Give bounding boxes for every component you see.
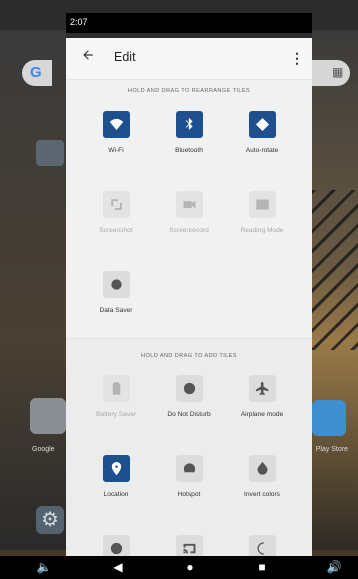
tile-label: Data Saver <box>99 307 133 314</box>
tile-label: Screenrecord <box>169 227 209 234</box>
tile-label: Battery Saver <box>96 411 136 418</box>
tile-night-light[interactable] <box>223 535 301 556</box>
home-nav-icon[interactable]: ● <box>182 559 198 576</box>
tile-screenshot[interactable]: Screenshot <box>77 191 155 261</box>
tile-label: Wi-Fi <box>108 147 124 154</box>
volume-down-icon[interactable]: 🔈 <box>36 559 52 576</box>
tile-label: Airplane mode <box>240 411 284 418</box>
do-not-disturb-icon <box>175 375 203 402</box>
screenshot-icon <box>102 191 130 218</box>
tile-label: Auto-rotate <box>245 147 279 154</box>
tile-wi-fi[interactable]: Wi-Fi <box>77 111 155 181</box>
google-folder-label: Google <box>32 446 55 453</box>
add-tiles-area: HOLD AND DRAG TO ADD TILES Battery Saver… <box>66 339 312 556</box>
google-search-bar: G <box>22 60 52 86</box>
play-store-label: Play Store <box>315 446 348 453</box>
volume-up-icon[interactable]: 🔊 <box>326 559 342 576</box>
tile-airplane-mode[interactable]: Airplane mode <box>223 375 301 445</box>
auto-rotate-icon <box>248 111 276 138</box>
battery-icon <box>102 375 130 402</box>
tile-hotspot[interactable]: Hotspot <box>150 455 228 525</box>
tile-label: Invert colors <box>244 491 280 498</box>
tile-label: Location <box>103 491 129 498</box>
camera-app-icon <box>36 140 64 166</box>
back-nav-icon[interactable]: ◀ <box>110 559 126 576</box>
cast-icon <box>175 535 203 556</box>
data-saver-icon <box>102 271 130 298</box>
tile-contrast[interactable] <box>77 535 155 556</box>
wifi-icon <box>102 111 130 138</box>
reading-mode-icon <box>248 191 276 218</box>
tile-invert-colors[interactable]: Invert colors <box>223 455 301 525</box>
more-options-icon[interactable]: ⋮ <box>290 47 304 69</box>
add-section-label: HOLD AND DRAG TO ADD TILES <box>141 353 237 359</box>
status-time: 2:07 <box>70 17 88 27</box>
recents-nav-icon[interactable]: ■ <box>254 559 270 576</box>
tile-label: Bluetooth <box>175 147 203 154</box>
contrast-icon <box>102 535 130 556</box>
invert-colors-icon <box>248 455 276 482</box>
tile-cast[interactable] <box>150 535 228 556</box>
google-folder-icon <box>30 398 66 434</box>
tile-label: Reading Mode <box>240 227 284 234</box>
tile-label: Hotspot <box>177 491 201 498</box>
status-bar: 2:07 <box>66 13 312 33</box>
tile-bluetooth[interactable]: Bluetooth <box>150 111 228 181</box>
wallpaper-bridge <box>312 190 358 350</box>
settings-app-icon: ⚙ <box>36 506 64 534</box>
bluetooth-icon <box>175 111 203 138</box>
tile-location[interactable]: Location <box>77 455 155 525</box>
tile-data-saver[interactable]: Data Saver <box>77 271 155 341</box>
tile-screenrecord[interactable]: Screenrecord <box>150 191 228 261</box>
tile-reading-mode[interactable]: Reading Mode <box>223 191 301 261</box>
quick-settings-edit-panel: Edit ⋮ HOLD AND DRAG TO REARRANGE TILES … <box>66 38 312 556</box>
tile-label: Screenshot <box>99 227 133 234</box>
airplane-icon <box>248 375 276 402</box>
navigation-bar: 🔈 ◀ ● ■ 🔊 <box>0 556 358 579</box>
wallpaper-left-strip <box>0 30 66 550</box>
screenrecord-icon <box>175 191 203 218</box>
night-light-icon <box>248 535 276 556</box>
location-icon <box>102 455 130 482</box>
apps-grid-icon: ▦ <box>332 65 344 79</box>
edit-header: Edit ⋮ <box>66 38 312 80</box>
hotspot-icon <box>175 455 203 482</box>
play-store-icon <box>312 400 346 436</box>
page-title: Edit <box>114 50 136 64</box>
back-arrow-icon[interactable] <box>79 48 97 66</box>
tile-label: Do Not Disturb <box>167 411 211 418</box>
tile-auto-rotate[interactable]: Auto-rotate <box>223 111 301 181</box>
tile-battery-saver[interactable]: Battery Saver <box>77 375 155 445</box>
search-bar-right <box>312 60 350 86</box>
tile-do-not-disturb[interactable]: Do Not Disturb <box>150 375 228 445</box>
rearrange-section-label: HOLD AND DRAG TO REARRANGE TILES <box>127 88 251 94</box>
